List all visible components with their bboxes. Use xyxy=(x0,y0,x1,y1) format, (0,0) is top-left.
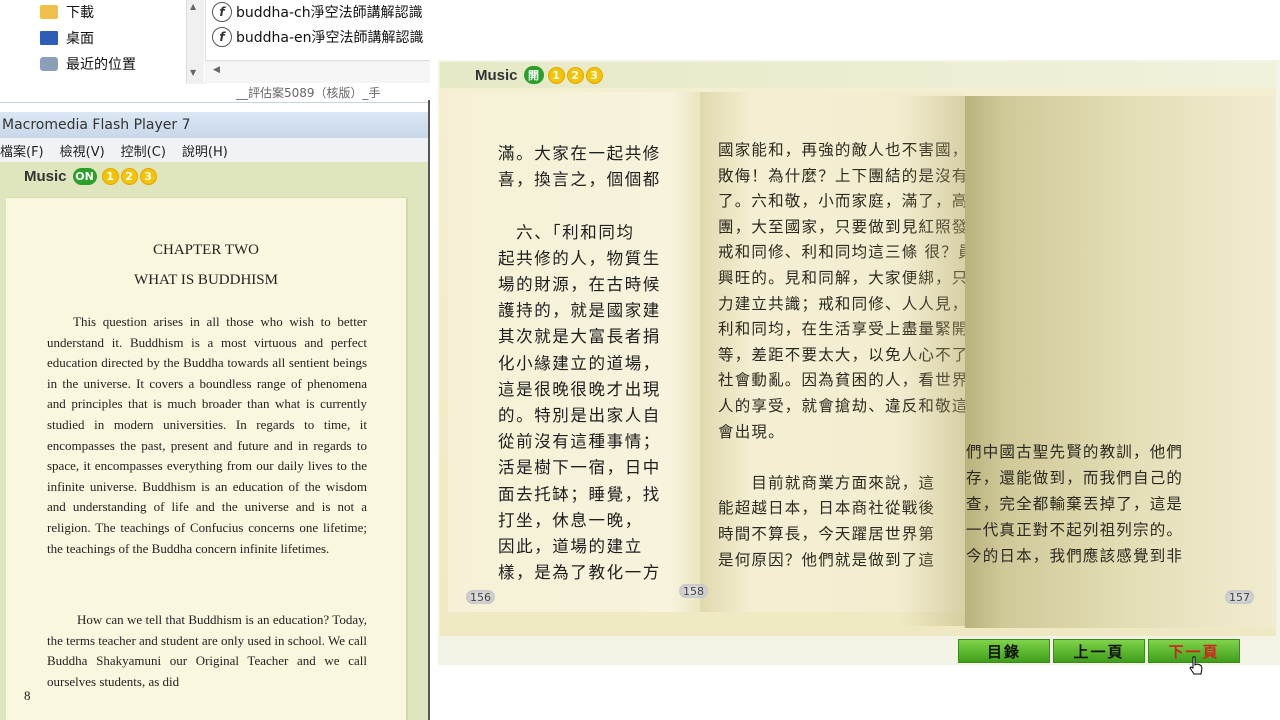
menu-control[interactable]: 控制(C) xyxy=(121,141,166,160)
music-on-toggle[interactable]: ON xyxy=(72,168,97,185)
flash-file-icon: f xyxy=(212,2,232,22)
english-book-page: CHAPTER TWO WHAT IS BUDDHISM This questi… xyxy=(6,198,406,720)
text-line: 因此，道場的建立 xyxy=(498,537,643,556)
chapter-title: WHAT IS BUDDHISM xyxy=(134,272,278,288)
text-line: 一代真正對不起列祖列宗的。 xyxy=(966,521,1184,539)
text-line: 今的日本，我們應該感覺到非 xyxy=(966,547,1184,565)
file-name: buddha-en淨空法師講解認識 xyxy=(236,30,424,46)
flash-window-title: Macromedia Flash Player 7 xyxy=(0,112,430,138)
page-number-right: 157 xyxy=(1225,590,1254,604)
menu-file[interactable]: 檔案(F) xyxy=(0,141,44,160)
text-line: 滿。大家在一起共修 xyxy=(498,144,661,163)
music-on-toggle[interactable]: 開 xyxy=(523,66,544,84)
previous-page-button[interactable]: 上一頁 xyxy=(1053,639,1145,663)
chapter-number: CHAPTER TWO xyxy=(153,242,259,258)
page-number: 8 xyxy=(24,688,31,703)
menu-view[interactable]: 檢視(V) xyxy=(60,141,105,160)
text-line: 護持的，就是國家建 xyxy=(498,301,661,321)
file-item[interactable]: f buddha-en淨空法師講解認識 xyxy=(212,26,424,48)
table-of-contents-button[interactable]: 目錄 xyxy=(958,639,1050,663)
music-track-2-button[interactable]: 2 xyxy=(120,168,138,185)
horizontal-scrollbar[interactable]: ◀ xyxy=(205,60,430,83)
hand-cursor-icon xyxy=(1189,656,1203,675)
text-line: 其次就是大富長者捐 xyxy=(498,327,661,347)
text-line: 這是很晚很晚才出現 xyxy=(498,379,661,399)
page-flip-shadow xyxy=(900,96,968,626)
status-text: __評估案5089（核版）_手 xyxy=(236,86,381,100)
text-line: 打坐，休息一晚， xyxy=(498,510,643,530)
music-track-3-button[interactable]: 3 xyxy=(139,168,157,185)
text-line: 存，還能做到，而我們自己的 xyxy=(966,469,1184,487)
scroll-down-icon[interactable]: ▼ xyxy=(190,68,196,77)
music-label: Music xyxy=(24,168,67,185)
nav-item-downloads[interactable]: 下載 xyxy=(40,2,94,22)
nav-item-label: 桌面 xyxy=(66,31,94,47)
scroll-up-icon[interactable]: ▲ xyxy=(190,2,196,11)
file-explorer-pane: 下載 桌面 最近的位置 ▲ ▼ f buddha-ch淨空法師講解認識 f bu… xyxy=(0,0,430,103)
nav-item-recent[interactable]: 最近的位置 xyxy=(40,54,136,74)
paragraph: How can we tell that Buddhism is an educ… xyxy=(47,612,367,689)
text-line: 場的財源，在古時候 xyxy=(498,275,661,294)
file-item[interactable]: f buddha-ch淨空法師講解認識 xyxy=(212,1,423,23)
text-line: 面去托缽；睡覺，找 xyxy=(498,484,661,504)
recent-places-icon xyxy=(40,57,58,71)
music-track-2-button[interactable]: 2 xyxy=(566,66,584,84)
text-line: 活是樹下一宿，日中 xyxy=(498,458,661,478)
text-line: 樣，是為了教化一方 xyxy=(498,563,661,583)
flash-menu-bar: 檔案(F) 檢視(V) 控制(C) 說明(H) xyxy=(0,138,430,163)
nav-item-desktop[interactable]: 桌面 xyxy=(40,28,94,48)
text-line: 六、「利和同均 xyxy=(498,222,635,242)
text-line: 化小緣建立的道場， xyxy=(498,353,661,373)
music-track-1-button[interactable]: 1 xyxy=(547,66,565,84)
flash-file-icon: f xyxy=(212,27,232,47)
menu-help[interactable]: 說明(H) xyxy=(182,141,228,160)
nav-item-label: 下載 xyxy=(66,5,94,21)
desktop-icon xyxy=(40,31,58,45)
nav-pane-scrollbar[interactable]: ▲ ▼ xyxy=(186,0,204,84)
music-track-3-button[interactable]: 3 xyxy=(585,66,603,84)
text-line: 的。特別是出家人自 xyxy=(498,406,661,425)
music-track-1-button[interactable]: 1 xyxy=(101,168,119,185)
page-number-middle: 158 xyxy=(679,584,708,598)
text-line: 喜，換言之，個個都 xyxy=(498,170,661,190)
paragraph: This question arises in all those who wi… xyxy=(47,314,367,556)
window-divider xyxy=(428,100,430,720)
music-control-left: Music ON 1 2 3 xyxy=(24,168,157,185)
page-number-left: 156 xyxy=(466,590,495,604)
music-label: Music xyxy=(475,66,518,84)
scroll-left-icon[interactable]: ◀ xyxy=(213,65,220,75)
text-line: 查，完全都輸棄丟掉了，這是 xyxy=(966,495,1184,513)
navigation-pane: 下載 桌面 最近的位置 ▲ ▼ xyxy=(0,0,206,84)
text-line: 從前沒有這種事情； xyxy=(498,432,661,452)
nav-item-label: 最近的位置 xyxy=(66,57,136,73)
text-line: 起共修的人，物質生 xyxy=(498,248,661,268)
download-folder-icon xyxy=(40,5,58,19)
music-control-book: Music 開 1 2 3 xyxy=(475,66,603,84)
text-line: 們中國古聖先賢的教訓，他們 xyxy=(966,443,1184,461)
file-name: buddha-ch淨空法師講解認識 xyxy=(236,5,423,21)
